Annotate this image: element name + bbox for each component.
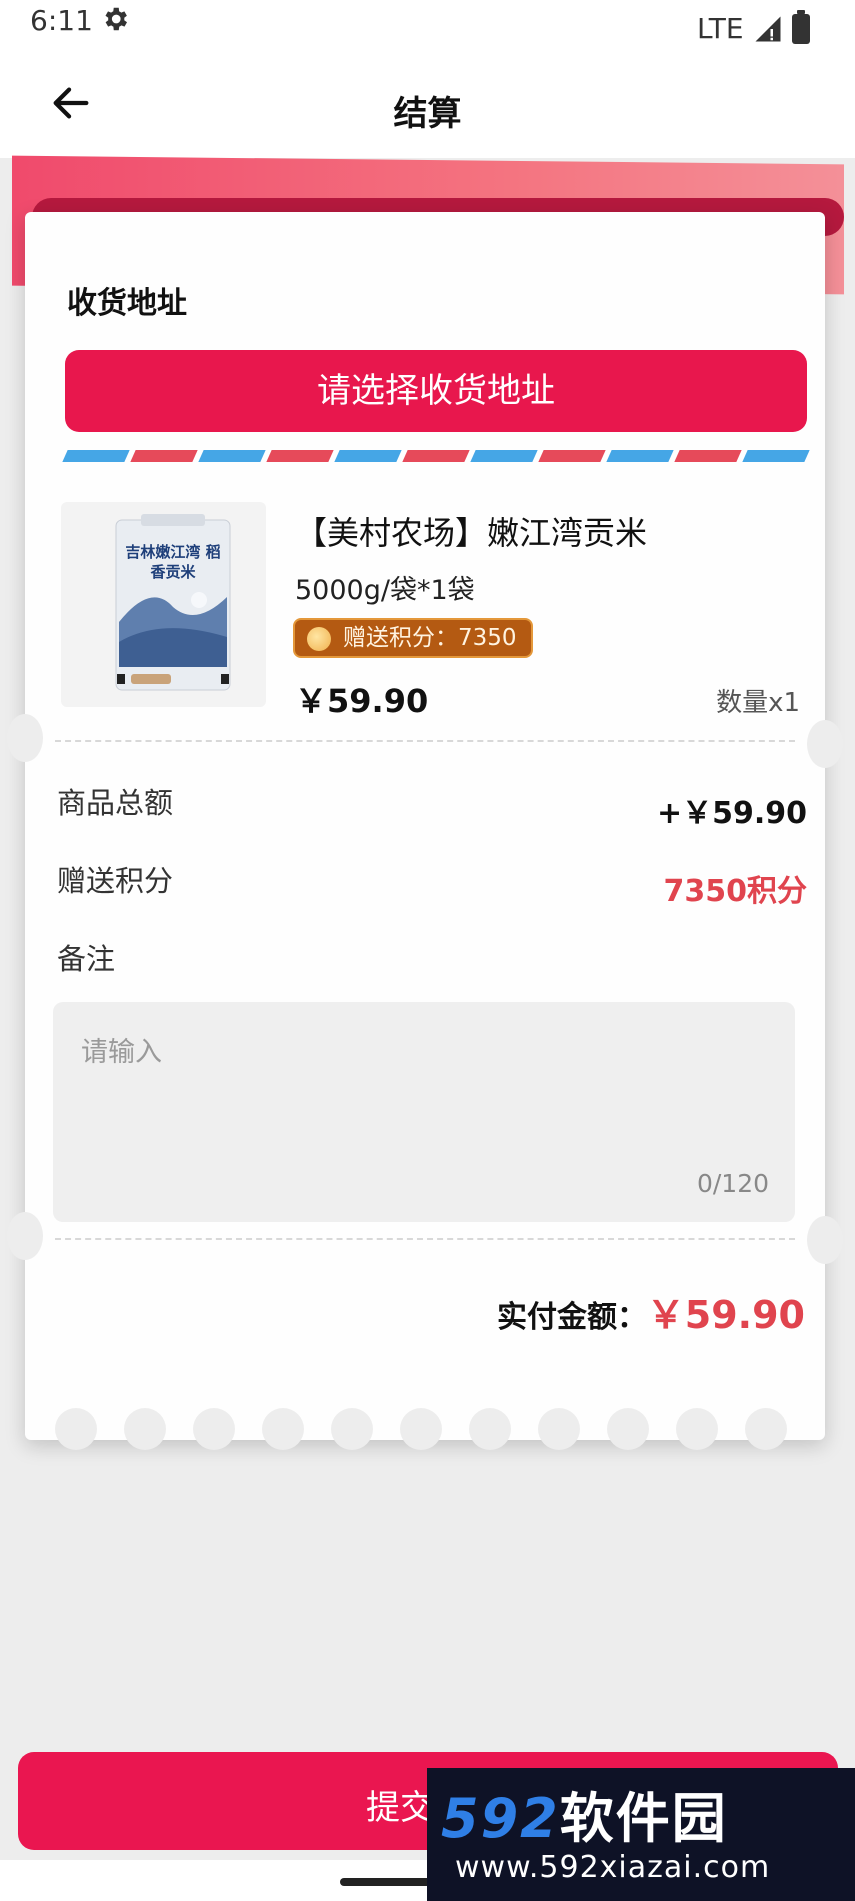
total-label: 实付金额： — [497, 1300, 647, 1335]
address-section-label: 收货地址 — [67, 286, 187, 321]
coin-icon — [307, 627, 331, 651]
watermark-brand-cn: 软件园 — [559, 1787, 728, 1850]
watermark-brand: 592软件园 — [441, 1774, 728, 1853]
bonus-points-value: 7350积分 — [663, 874, 808, 909]
settings-gear-icon — [105, 7, 127, 31]
points-badge-text: 赠送积分：7350 — [343, 625, 517, 651]
product-quantity: 数量x1 — [716, 688, 800, 718]
watermark-overlay: 592软件园 www.592xiazai.com — [427, 1768, 855, 1901]
ticket-notch-left-2 — [7, 1212, 43, 1260]
note-input[interactable]: 请输入 0/120 — [53, 1002, 795, 1222]
airmail-stripe — [62, 450, 810, 464]
points-badge: 赠送积分：7350 — [293, 618, 533, 658]
product-spec: 5000g/袋*1袋 — [295, 575, 475, 606]
rice-bag-illustration — [115, 514, 231, 691]
signal-icon — [755, 16, 781, 42]
note-label: 备注 — [57, 942, 116, 976]
watermark-brand-digits: 592 — [441, 1787, 560, 1850]
status-bar: 6:11 LTE — [0, 0, 855, 58]
product-image[interactable]: 吉林嫩江湾 稻香贡米 — [61, 502, 266, 707]
subtotal-label: 商品总额 — [57, 786, 174, 820]
product-price: ￥59.90 — [295, 682, 429, 720]
select-address-button[interactable]: 请选择收货地址 — [65, 350, 807, 432]
divider-dashed — [55, 740, 795, 742]
divider-dashed-2 — [55, 1238, 795, 1240]
total-value: ￥59.90 — [646, 1293, 805, 1337]
note-char-count: 0/120 — [696, 1169, 769, 1198]
ticket-notch-right — [807, 720, 843, 768]
product-name: 【美村农场】嫩江湾贡米 — [295, 514, 648, 552]
network-type: LTE — [697, 12, 744, 45]
note-placeholder: 请输入 — [81, 1037, 162, 1068]
app-bar: 结算 — [0, 58, 855, 158]
watermark-url: www.592xiazai.com — [455, 1850, 771, 1885]
ticket-notch-right-2 — [807, 1216, 843, 1264]
ticket-scallop-edge — [25, 1408, 825, 1450]
ticket-notch-left — [7, 714, 43, 762]
status-time: 6:11 — [30, 4, 93, 37]
page-title: 结算 — [393, 94, 462, 134]
subtotal-value: +￥59.90 — [656, 796, 807, 831]
battery-icon — [792, 10, 810, 44]
bonus-points-label: 赠送积分 — [57, 864, 174, 898]
order-ticket-card: 收货地址 请选择收货地址 吉林嫩江湾 稻香贡米 【美村农场】嫩江湾贡米 5000… — [7, 212, 843, 1450]
product-image-label: 吉林嫩江湾 稻香贡米 — [125, 543, 221, 581]
